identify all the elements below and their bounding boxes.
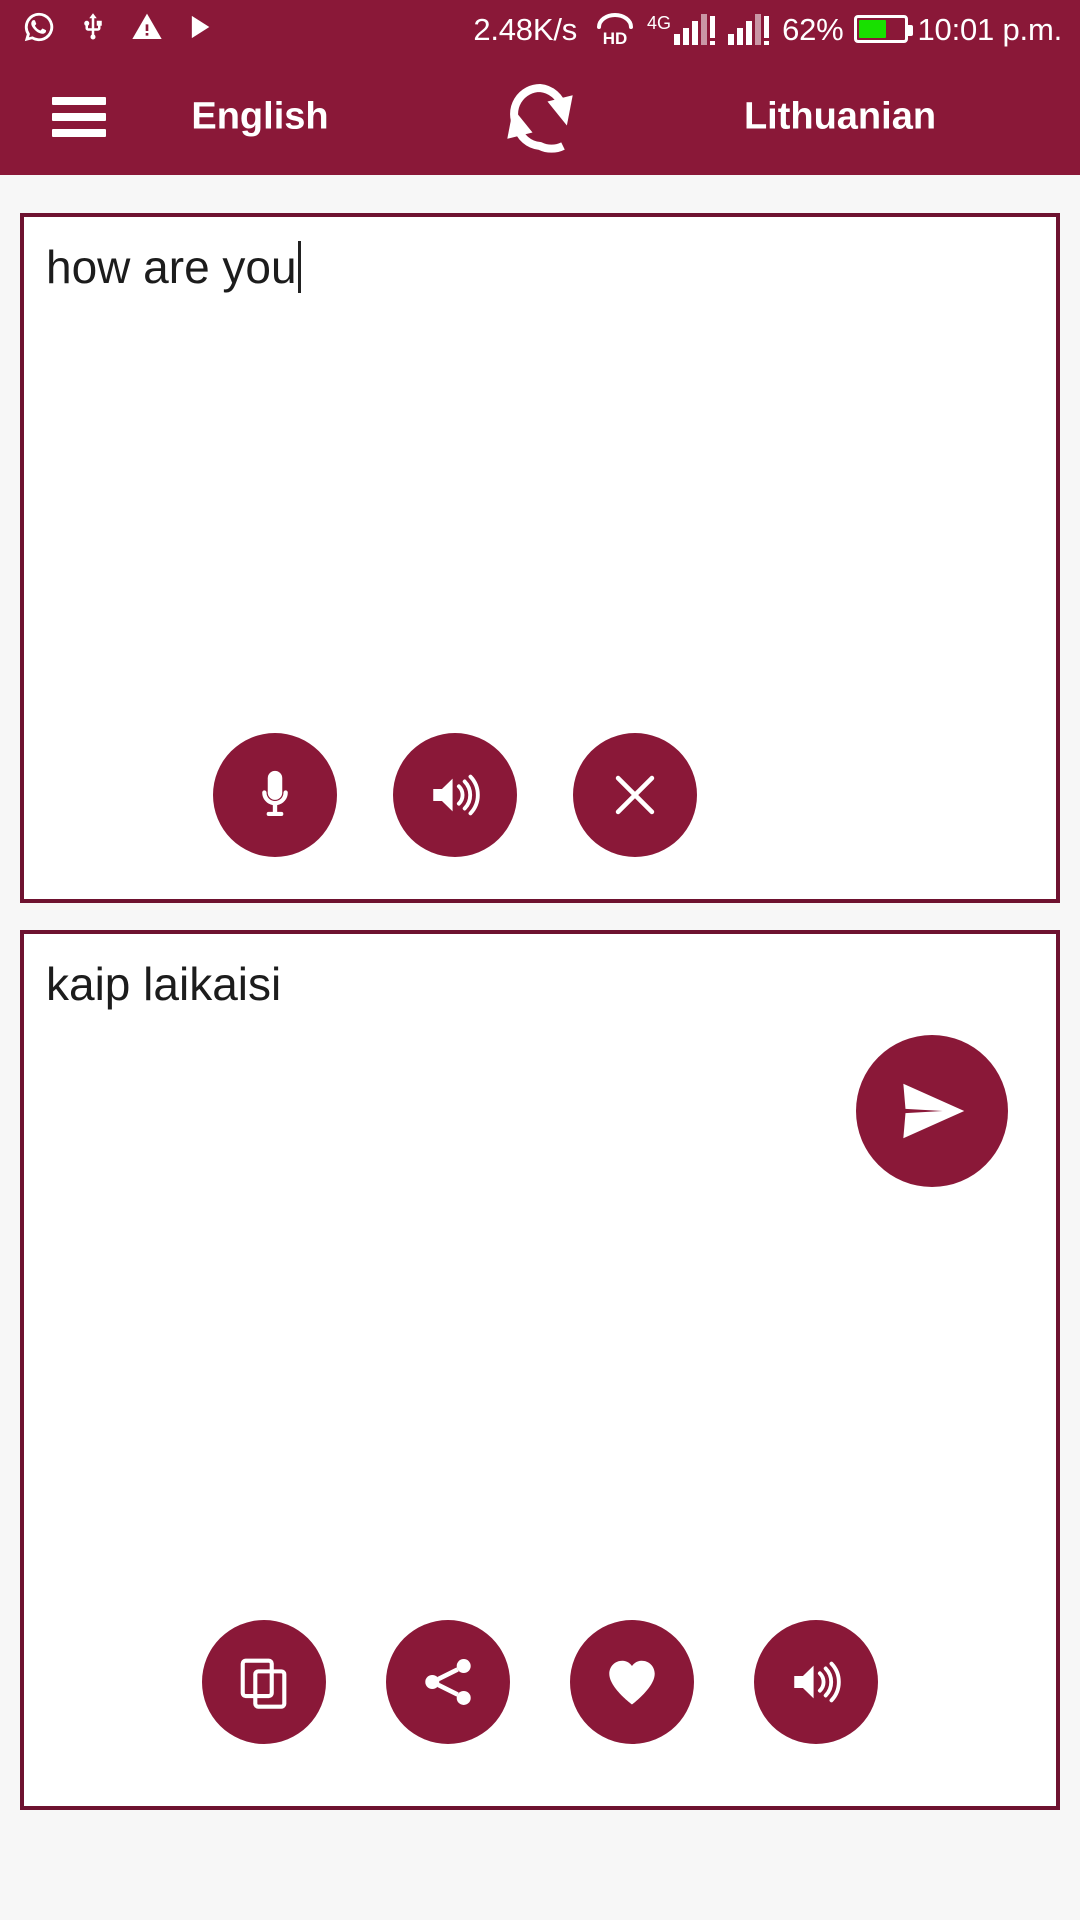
status-bar-right-cluster: 2.48K/s HD 4G 62% 10:01 p.m.: [473, 11, 1062, 47]
play-store-icon: [186, 11, 214, 48]
favorite-button[interactable]: [570, 1620, 694, 1744]
source-text-panel[interactable]: how are you: [20, 213, 1060, 903]
status-bar-left-icons: [22, 10, 214, 49]
whatsapp-icon: [22, 10, 56, 49]
signal-sim2-icon: [728, 12, 772, 46]
speak-source-button[interactable]: [393, 733, 517, 857]
swap-languages-icon[interactable]: [493, 70, 587, 164]
network-speed: 2.48K/s: [473, 11, 578, 47]
hd-voice-icon: HD: [593, 11, 637, 47]
target-language-selector[interactable]: Lithuanian: [600, 95, 1080, 138]
signal-sim1-icon: 4G: [647, 12, 718, 46]
source-text-value: how are you: [46, 241, 297, 293]
warning-icon: [130, 11, 164, 48]
speak-target-button[interactable]: [754, 1620, 878, 1744]
target-text-output: kaip laikaisi: [46, 958, 282, 1010]
mic-button[interactable]: [213, 733, 337, 857]
translator-content: how are you kaip laikaisi: [0, 175, 1080, 1920]
status-bar: 2.48K/s HD 4G 62% 10:01 p.m.: [0, 0, 1080, 58]
source-action-buttons: [24, 733, 1056, 857]
copy-button[interactable]: [202, 1620, 326, 1744]
battery-percent: 62%: [782, 11, 844, 47]
target-action-buttons: [24, 1620, 1056, 1744]
clock: 10:01 p.m.: [917, 11, 1063, 47]
source-text-input[interactable]: how are you: [46, 239, 1034, 297]
clear-button[interactable]: [573, 733, 697, 857]
translate-send-button[interactable]: [856, 1035, 1008, 1187]
battery-icon: [853, 15, 913, 43]
svg-text:HD: HD: [603, 29, 628, 47]
source-language-selector[interactable]: English: [0, 95, 520, 138]
share-button[interactable]: [386, 1620, 510, 1744]
usb-icon: [78, 10, 108, 49]
text-caret: [297, 241, 301, 293]
app-bar: English Lithuanian: [0, 58, 1080, 175]
